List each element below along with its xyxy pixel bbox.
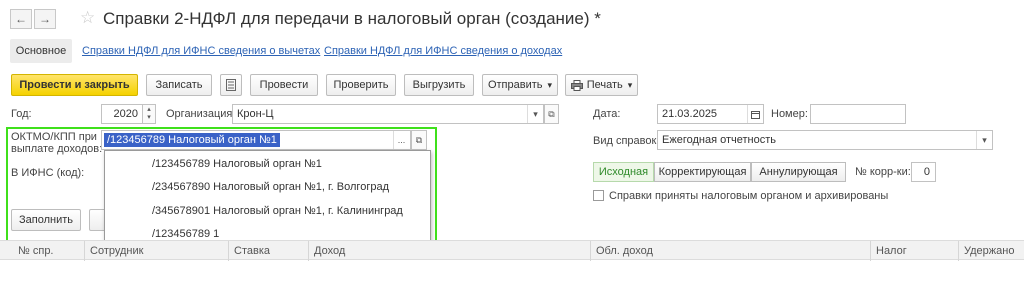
printer-icon — [570, 79, 583, 91]
highlight-frame — [6, 127, 437, 248]
table-header: № спр. Сотрудник Ставка Доход Обл. доход… — [0, 240, 1024, 261]
date-label: Дата: — [593, 108, 621, 120]
arrow-left-icon: ← — [15, 12, 27, 26]
calendar-icon — [751, 110, 760, 119]
year-value: 2020 — [113, 108, 138, 120]
send-button[interactable]: Отправить ▾ — [482, 74, 558, 96]
open-window-icon: ⧉ — [548, 108, 555, 119]
column-header-withheld[interactable]: Удержано — [964, 245, 1014, 257]
chevron-down-icon: ▾ — [982, 134, 987, 145]
report-type-select[interactable]: Ежегодная отчетность — [657, 130, 993, 150]
column-header-number[interactable]: № спр. — [18, 245, 54, 257]
save-button[interactable]: Записать — [146, 74, 212, 96]
number-field[interactable] — [810, 104, 906, 124]
column-header-tax[interactable]: Налог — [876, 245, 907, 257]
date-value: 21.03.2025 — [662, 108, 718, 120]
post-and-close-button[interactable]: Провести и закрыть — [11, 74, 138, 96]
correction-number-field[interactable]: 0 — [911, 162, 936, 182]
register-list-icon — [226, 79, 236, 91]
column-header-employee[interactable]: Сотрудник — [90, 245, 143, 257]
arrow-right-icon: → — [39, 12, 51, 26]
forward-button[interactable]: → — [34, 9, 56, 29]
document-register-button[interactable] — [220, 74, 242, 96]
kind-cancel-button[interactable]: Аннулирующая — [751, 162, 846, 182]
number-label: Номер: — [771, 108, 808, 120]
column-header-taxable-income[interactable]: Обл. доход — [596, 245, 653, 257]
stepper-up-icon: ▴ — [147, 106, 151, 113]
back-button[interactable]: ← — [10, 9, 32, 29]
report-type-dropdown-button[interactable]: ▾ — [976, 131, 992, 149]
print-button[interactable]: Печать ▾ — [565, 74, 638, 96]
stepper-down-icon: ▾ — [147, 114, 151, 121]
calendar-button[interactable] — [747, 105, 763, 123]
chevron-down-icon: ▾ — [627, 79, 633, 90]
report-type-label: Вид справок: — [593, 135, 660, 147]
print-label: Печать — [586, 79, 623, 91]
accepted-checkbox-label: Справки приняты налоговым органом и архи… — [609, 190, 889, 202]
organization-field[interactable]: Крон-Ц — [232, 104, 544, 124]
kind-corrective-button[interactable]: Корректирующая — [654, 162, 751, 182]
correction-number-label: № корр-ки: — [855, 166, 911, 178]
check-button[interactable]: Проверить — [326, 74, 396, 96]
chevron-down-icon: ▾ — [533, 108, 538, 119]
export-button[interactable]: Выгрузить — [404, 74, 474, 96]
post-button[interactable]: Провести — [250, 74, 318, 96]
page-title: Справки 2-НДФЛ для передачи в налоговый … — [103, 9, 601, 28]
year-label: Год: — [11, 108, 32, 120]
tab-incomes[interactable]: Справки НДФЛ для ИФНС сведения о доходах — [324, 45, 562, 57]
organization-dropdown-button[interactable]: ▾ — [527, 105, 543, 123]
organization-open-button[interactable]: ⧉ — [544, 104, 559, 124]
accepted-checkbox[interactable] — [593, 190, 604, 201]
organization-label: Организация: — [166, 108, 236, 120]
send-label: Отправить — [487, 79, 543, 91]
column-header-rate[interactable]: Ставка — [234, 245, 270, 257]
column-header-income[interactable]: Доход — [314, 245, 345, 257]
correction-number-value: 0 — [923, 166, 930, 178]
kind-original-button[interactable]: Исходная — [593, 162, 654, 182]
tab-main[interactable]: Основное — [10, 39, 72, 63]
report-type-value: Ежегодная отчетность — [662, 134, 776, 146]
favorite-star-icon[interactable]: ☆ — [80, 8, 95, 28]
tab-deductions[interactable]: Справки НДФЛ для ИФНС сведения о вычетах — [82, 45, 320, 57]
chevron-down-icon: ▾ — [547, 79, 553, 90]
organization-value: Крон-Ц — [237, 108, 274, 120]
year-field[interactable]: 2020 — [101, 104, 143, 124]
year-stepper[interactable]: ▴ ▾ — [142, 104, 156, 124]
